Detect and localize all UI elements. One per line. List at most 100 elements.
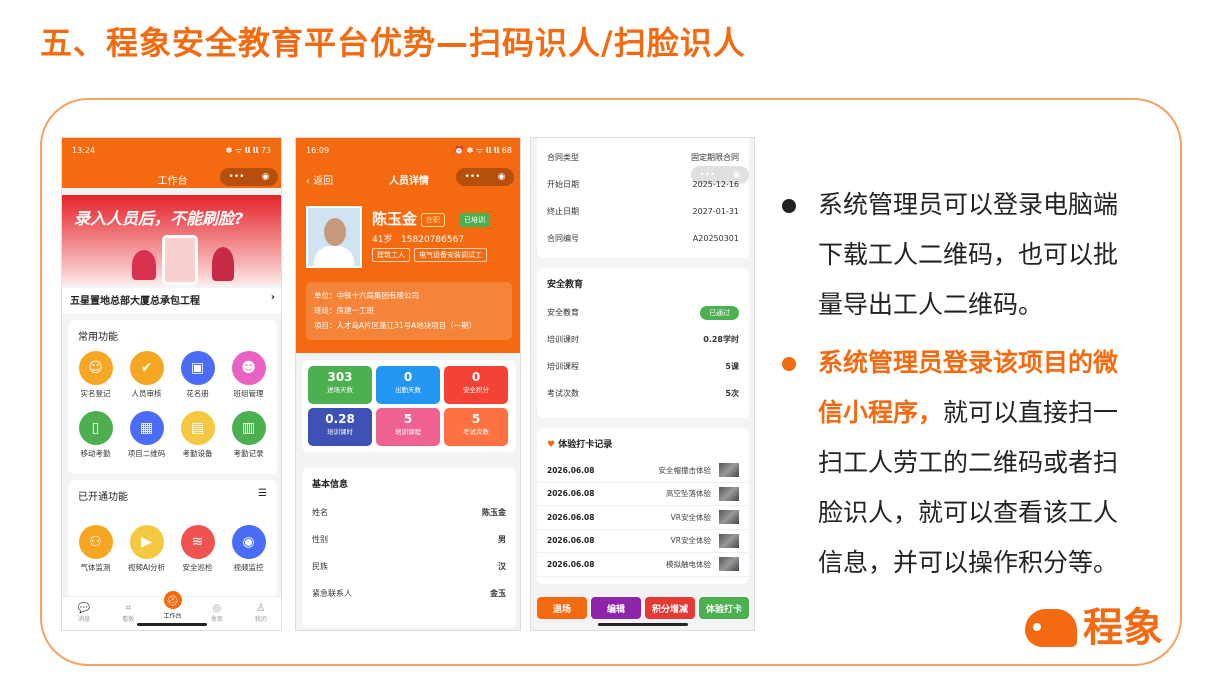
action-button[interactable]: 体验打卡 bbox=[699, 597, 749, 619]
function-icon: ▯ bbox=[78, 411, 113, 445]
info-row: 培训课程 5课 bbox=[537, 353, 749, 380]
banner[interactable]: 录入人员后，不能刷脸? bbox=[62, 195, 281, 285]
function-label: 花名册 bbox=[186, 389, 209, 398]
section-title: 安全教育 bbox=[547, 280, 584, 290]
tab-label: 看板 bbox=[122, 616, 135, 623]
stat-value: 303 bbox=[327, 370, 353, 384]
function-item[interactable]: ▤ 考勤设备 bbox=[172, 407, 223, 459]
function-icon: ☺ bbox=[78, 351, 113, 385]
stat-value: 5 bbox=[471, 412, 481, 426]
function-label: 考勤设备 bbox=[182, 449, 213, 458]
row-value: 固定期限合同 bbox=[691, 153, 739, 162]
function-item[interactable]: ☺ 实名登记 bbox=[70, 347, 121, 399]
more-icon[interactable]: ••• bbox=[700, 170, 716, 180]
function-item[interactable]: ▥ 考勤记录 bbox=[223, 407, 274, 459]
bullet-dot bbox=[782, 357, 796, 371]
close-circle-icon[interactable]: ◉ bbox=[733, 170, 741, 180]
function-icon: ◉ bbox=[231, 525, 266, 559]
status-icons: ⏰ ✽ ᯤ 𝗹𝗹 𝗹𝗹 68 bbox=[454, 145, 512, 155]
stat-card[interactable]: 5 培训课程 bbox=[376, 408, 440, 446]
action-button[interactable]: 编辑 bbox=[591, 597, 641, 619]
project-selector[interactable]: 五星置地总部大厦总承包工程 › bbox=[62, 288, 281, 314]
punch-thumbnail[interactable] bbox=[719, 510, 739, 525]
more-icon[interactable]: ••• bbox=[465, 172, 481, 182]
stat-card[interactable]: 303 进场天数 bbox=[308, 366, 372, 404]
stat-card[interactable]: 0 出勤天数 bbox=[376, 366, 440, 404]
stat-label: 培训课时 bbox=[327, 428, 353, 436]
age-phone: 41岁 15820786567 bbox=[372, 232, 464, 245]
opened-functions: 已开通功能 ☰ ⚇ 气体监测 ▶ 视频AI分析 ≋ 安全巡检 ◉ 视频监控 bbox=[68, 480, 277, 598]
phone-illustration bbox=[162, 235, 198, 285]
project-name: 五星置地总部大厦总承包工程 bbox=[70, 296, 200, 307]
punch-thumbnail[interactable] bbox=[719, 486, 739, 501]
stat-card[interactable]: 5 考试次数 bbox=[444, 408, 508, 446]
function-label: 人员审核 bbox=[131, 389, 162, 398]
function-icon: ▤ bbox=[180, 411, 215, 445]
action-button[interactable]: 积分增减 bbox=[645, 597, 695, 619]
mini-capsule[interactable]: ••• ◉ bbox=[220, 168, 278, 186]
phone-person-detail: 16:09 ⏰ ✽ ᯤ 𝗹𝗹 𝗹𝗹 68 ‹ 返回 人员详情 ••• ◉ 陈玉金 在职… bbox=[295, 137, 521, 631]
function-grid: ☺ 实名登记 ✔ 人员审核 ▣ 花名册 ☻ 班组管理 ▯ 移动考勤 ▦ 项目二维码 ▤ 考勤设备 ▥ 考勤记录 bbox=[68, 343, 277, 471]
tab-item[interactable]: 💬 消息 bbox=[62, 597, 106, 630]
unit-line: 单位：中铁十六局集团有限公司 bbox=[314, 291, 419, 300]
bullet-text-block: 系统管理员登录该项目的微信小程序，就可以直接扫一扫工人劳工的二维码或者扫脸识人，… bbox=[818, 338, 1142, 588]
function-item[interactable]: ≋ 安全巡检 bbox=[172, 521, 223, 573]
stat-label: 培训课程 bbox=[395, 428, 421, 436]
banner-text: 录入人员后，不能刷脸? bbox=[74, 209, 244, 228]
row-value: 5课 bbox=[725, 362, 739, 371]
section-title: 常用功能 bbox=[78, 332, 118, 343]
row-key: 性别 bbox=[312, 535, 328, 544]
function-item[interactable]: ▯ 移动考勤 bbox=[70, 407, 121, 459]
function-label: 班组管理 bbox=[233, 389, 264, 398]
close-circle-icon[interactable]: ◉ bbox=[498, 172, 506, 182]
person-name: 陈玉金 bbox=[372, 210, 418, 228]
punch-thumbnail[interactable] bbox=[719, 533, 739, 548]
bullet-1: 系统管理员可以登录电脑端下载工人二维码，也可以批量导出工人二维码。 bbox=[782, 180, 1142, 330]
tab-icon: 💬 bbox=[77, 603, 91, 614]
function-item[interactable]: ✔ 人员审核 bbox=[121, 347, 172, 399]
function-icon: ▣ bbox=[180, 351, 215, 385]
action-button[interactable]: 退场 bbox=[537, 597, 587, 619]
function-label: 视频监控 bbox=[233, 563, 264, 572]
function-item[interactable]: ▦ 项目二维码 bbox=[121, 407, 172, 459]
punch-name: 高空坠落体验 bbox=[666, 489, 711, 499]
punch-row[interactable]: 2026.06.08 安全帽撞击体验 bbox=[537, 459, 749, 483]
punch-thumbnail[interactable] bbox=[719, 463, 739, 478]
mini-capsule[interactable]: ••• ◉ bbox=[456, 168, 514, 186]
home-indicator bbox=[597, 623, 688, 626]
mini-capsule[interactable]: ••• ◉ bbox=[691, 166, 749, 184]
row-value: 2027-01-31 bbox=[692, 207, 740, 216]
status-time: 13:24 bbox=[72, 145, 96, 155]
function-icon: ▦ bbox=[129, 411, 164, 445]
punch-row[interactable]: 2026.06.08 模拟触电体验 bbox=[537, 553, 749, 577]
row-key: 开始日期 bbox=[547, 180, 579, 189]
tab-item[interactable]: ♙ 我的 bbox=[239, 597, 281, 630]
punch-row[interactable]: 2026.06.08 高空坠落体验 bbox=[537, 483, 749, 506]
more-icon[interactable]: ••• bbox=[229, 172, 245, 182]
stat-label: 出勤天数 bbox=[395, 386, 421, 394]
stat-card[interactable]: 0 安全积分 bbox=[444, 366, 508, 404]
punch-row[interactable]: 2026.06.08 VR安全体验 bbox=[537, 530, 749, 553]
close-circle-icon[interactable]: ◉ bbox=[262, 172, 270, 182]
punch-date: 2026.06.08 bbox=[547, 536, 595, 546]
team-line: 班组：房建一工班 bbox=[314, 306, 374, 315]
home-indicator bbox=[136, 623, 207, 626]
function-item[interactable]: ⚇ 气体监测 bbox=[70, 521, 121, 573]
punch-row[interactable]: 2026.06.08 VR安全体验 bbox=[537, 506, 749, 530]
stat-card[interactable]: 0.28 培训课时 bbox=[308, 408, 372, 446]
function-item[interactable]: ☻ 班组管理 bbox=[223, 347, 274, 399]
info-row: 紧急联系人 金玉 bbox=[302, 580, 516, 607]
tag: 建筑工人 bbox=[372, 248, 410, 262]
stats-grid: 303 进场天数 0 出勤天数 0 安全积分 0.28 培训课时 5 培训课程 5 考试次数 bbox=[302, 360, 516, 452]
function-item[interactable]: ◉ 视频监控 bbox=[223, 521, 274, 573]
list-icon[interactable]: ☰ bbox=[258, 488, 267, 503]
contract-info: 合同类型 固定期限合同 开始日期 2025-12-16 终止日期 2027-01-31 合同… bbox=[537, 138, 749, 258]
stat-value: 0 bbox=[403, 370, 413, 384]
function-item[interactable]: ▶ 视频AI分析 bbox=[121, 521, 172, 573]
punch-thumbnail[interactable] bbox=[719, 557, 739, 572]
function-item[interactable]: ▣ 花名册 bbox=[172, 347, 223, 399]
tab-icon: ♙ bbox=[256, 603, 266, 614]
tab-label: 工作台 bbox=[163, 613, 182, 620]
section-title: 体验打卡记录 bbox=[558, 440, 613, 450]
punch-name: VR安全体验 bbox=[670, 536, 711, 546]
